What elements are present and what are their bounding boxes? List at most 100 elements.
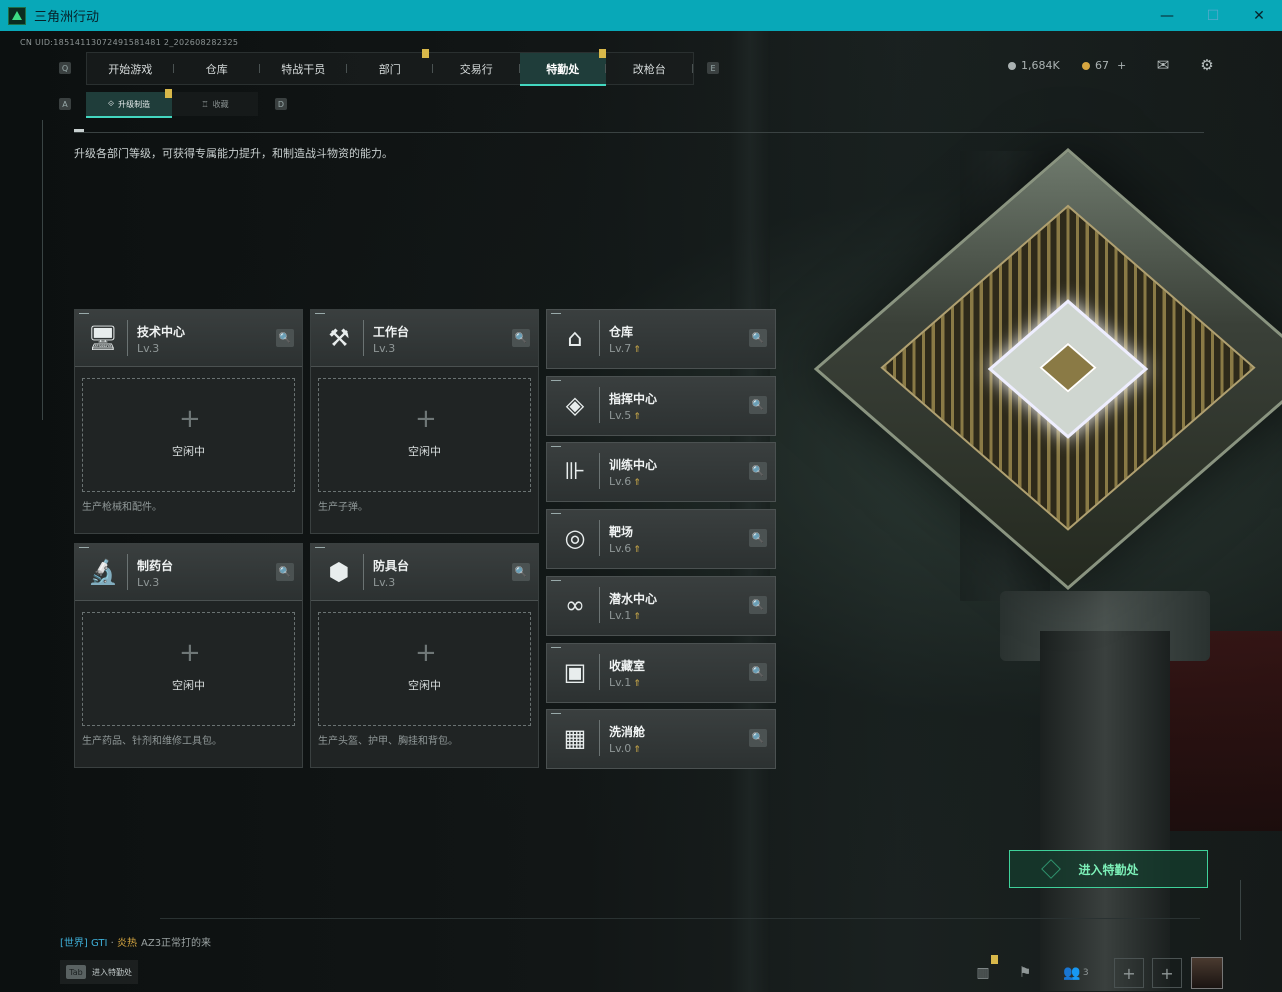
chat-message: AZ3正常打的来 — [141, 938, 212, 949]
gear-icon[interactable]: ⚙ — [1198, 56, 1216, 74]
maximize-button[interactable]: ☐ — [1190, 0, 1236, 31]
tab-departments[interactable]: 部门 — [347, 49, 434, 84]
card-level-text: Lv.0 — [609, 742, 632, 755]
production-slot[interactable]: + 空闲中 — [82, 612, 295, 726]
search-icon[interactable]: 🔍 — [749, 729, 767, 747]
upgrade-arrow-icon: ⇑ — [633, 679, 641, 689]
card-separator — [363, 554, 364, 590]
search-icon[interactable]: 🔍 — [276, 329, 294, 347]
subtab-upgrade-craft[interactable]: ⟐ 升级制造 — [86, 89, 172, 118]
divider-mark — [74, 129, 84, 132]
production-slot[interactable]: + 空闲中 — [318, 612, 531, 726]
search-icon[interactable]: 🔍 — [749, 663, 767, 681]
facility-card-shooting-range[interactable]: ◎ 靶场 Lv.6 ⇑ 🔍 — [546, 509, 776, 569]
gold-currency[interactable]: 67 + — [1082, 59, 1126, 72]
facility-card-command-center[interactable]: ◈ 指挥中心 Lv.5 ⇑ 🔍 — [546, 376, 776, 436]
facility-card-training-center[interactable]: ⊪ 训练中心 Lv.6 ⇑ 🔍 — [546, 442, 776, 502]
search-icon[interactable]: 🔍 — [512, 329, 530, 347]
mail-icon[interactable]: ✉ — [1154, 56, 1172, 74]
decon-icon: ▦ — [563, 724, 587, 752]
friends-button[interactable]: 👥 3 — [1058, 958, 1094, 988]
production-card-tech-center[interactable]: 🖥 技术中心 Lv.3 🔍 + 空闲中 生产枪械和配件。 — [74, 309, 303, 534]
production-slot[interactable]: + 空闲中 — [82, 378, 295, 492]
card-separator — [599, 520, 600, 556]
goggles-icon: ∞ — [565, 591, 585, 619]
subtab-upgrade-craft-label: 升级制造 — [118, 99, 151, 109]
upgrade-arrow-icon: ⇑ — [633, 612, 641, 622]
card-header: 🖥 技术中心 Lv.3 🔍 — [75, 310, 302, 367]
card-header: ⚒ 工作台 Lv.3 🔍 — [311, 310, 538, 367]
subtab-collection[interactable]: ♖ 收藏 — [172, 92, 258, 116]
flag-icon[interactable]: ⚑ — [1010, 958, 1040, 988]
plus-icon: + — [179, 638, 201, 668]
card-header: ⬢ 防具台 Lv.3 🔍 — [311, 544, 538, 601]
facility-card-collection-room[interactable]: ▣ 收藏室 Lv.1 ⇑ 🔍 — [546, 643, 776, 703]
card-note: 生产枪械和配件。 — [82, 502, 162, 513]
tab-hint[interactable]: Tab 进入特勤处 — [60, 960, 138, 984]
search-icon[interactable]: 🔍 — [512, 563, 530, 581]
add-squad-member-button[interactable]: + — [1114, 958, 1144, 988]
slot-status: 空闲中 — [408, 679, 441, 692]
upgrade-arrow-icon: ⇑ — [633, 478, 641, 488]
silver-coin-icon — [1008, 61, 1016, 70]
notification-badge — [599, 49, 606, 58]
production-card-armor-bench[interactable]: ⬢ 防具台 Lv.3 🔍 + 空闲中 生产头盔、护甲、胸挂和背包。 — [310, 543, 539, 768]
subtab-next-key: D — [275, 98, 287, 110]
tab-warehouse[interactable]: 仓库 — [174, 53, 261, 84]
facility-card-warehouse[interactable]: ⌂ 仓库 Lv.7 ⇑ 🔍 — [546, 309, 776, 369]
nav-next-key: E — [707, 62, 719, 74]
sub-tabs: ⟐ 升级制造 ♖ 收藏 — [86, 89, 258, 118]
close-button[interactable]: ✕ — [1236, 0, 1282, 31]
tab-start-game[interactable]: 开始游戏 — [87, 53, 174, 84]
tab-special-ops[interactable]: 特勤处 — [519, 49, 606, 86]
production-card-pharmacy[interactable]: 🔬 制药台 Lv.3 🔍 + 空闲中 生产药品、针剂和维修工具包。 — [74, 543, 303, 768]
enter-special-ops-button[interactable]: 进入特勤处 — [1009, 850, 1208, 888]
tab-gunsmith[interactable]: 改枪台 — [606, 53, 693, 84]
card-level: Lv.3 — [373, 342, 396, 355]
search-icon[interactable]: 🔍 — [749, 329, 767, 347]
stats-icon[interactable]: ▥ — [968, 955, 998, 988]
plus-icon: + — [415, 404, 437, 434]
subtab-collection-label: 收藏 — [212, 99, 229, 109]
microscope-icon: 🔬 — [88, 558, 118, 586]
search-icon[interactable]: 🔍 — [749, 596, 767, 614]
card-separator — [599, 720, 600, 756]
add-squad-member-button[interactable]: + — [1152, 958, 1182, 988]
minimize-button[interactable]: — — [1144, 0, 1190, 31]
card-level: Lv.3 — [137, 342, 160, 355]
divider — [74, 132, 1204, 133]
chat-line[interactable]: [世界] GTI · 炎热 AZ3正常打的来 — [60, 934, 211, 949]
tab-operators[interactable]: 特战干员 — [260, 53, 347, 84]
card-name: 训练中心 — [609, 458, 658, 472]
notification-badge — [422, 49, 429, 58]
silver-currency[interactable]: 1,684K — [1008, 59, 1060, 72]
search-icon[interactable]: 🔍 — [276, 563, 294, 581]
production-card-workbench[interactable]: ⚒ 工作台 Lv.3 🔍 + 空闲中 生产子弹。 — [310, 309, 539, 534]
plus-icon: + — [415, 638, 437, 668]
card-name: 靶场 — [609, 525, 634, 539]
card-level: Lv.5 ⇑ — [609, 409, 641, 422]
search-icon[interactable]: 🔍 — [749, 396, 767, 414]
slot-status: 空闲中 — [172, 679, 205, 692]
card-level: Lv.7 ⇑ — [609, 342, 641, 355]
tab-trading[interactable]: 交易行 — [433, 53, 520, 84]
window-title: 三角洲行动 — [34, 10, 100, 25]
facility-card-decon-chamber[interactable]: ▦ 洗消舱 Lv.0 ⇑ 🔍 — [546, 709, 776, 769]
card-name: 仓库 — [609, 325, 634, 339]
card-note: 生产头盔、护甲、胸挂和背包。 — [318, 736, 458, 747]
hud-frame-line — [1240, 880, 1241, 940]
avatar[interactable] — [1191, 957, 1223, 989]
card-level: Lv.6 ⇑ — [609, 475, 641, 488]
friends-count: 3 — [1082, 968, 1089, 978]
production-slot[interactable]: + 空闲中 — [318, 378, 531, 492]
facility-card-diving-center[interactable]: ∞ 潜水中心 Lv.1 ⇑ 🔍 — [546, 576, 776, 636]
search-icon[interactable]: 🔍 — [749, 529, 767, 547]
card-level-text: Lv.5 — [609, 409, 632, 422]
search-icon[interactable]: 🔍 — [749, 462, 767, 480]
card-level-text: Lv.7 — [609, 342, 632, 355]
card-level-text: Lv.6 — [609, 542, 632, 555]
nav-prev-key: Q — [59, 62, 71, 74]
card-separator — [599, 654, 600, 690]
add-currency-button[interactable]: + — [1117, 59, 1126, 72]
upgrade-arrow-icon: ⇑ — [633, 545, 641, 555]
